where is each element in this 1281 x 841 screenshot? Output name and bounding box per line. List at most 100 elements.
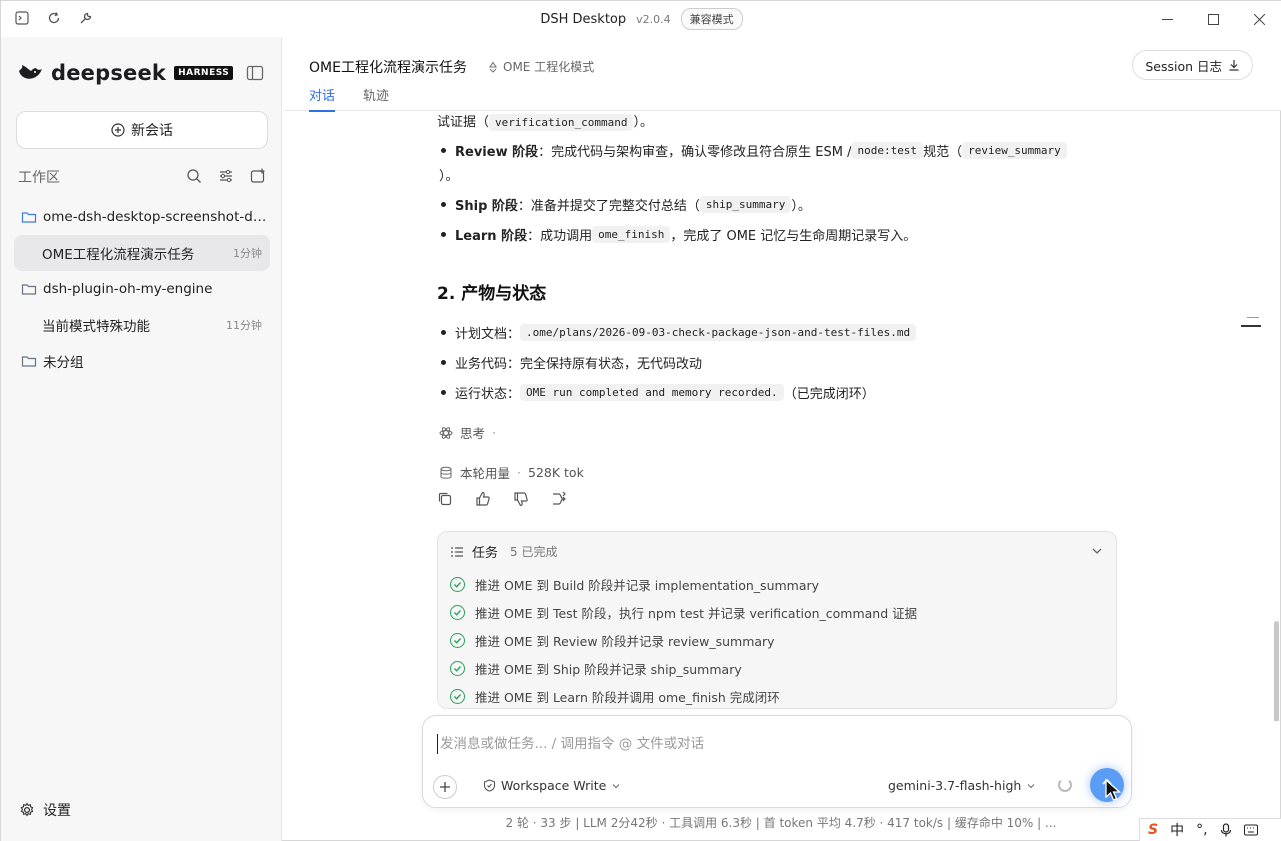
task-item: 推进 OME 到 Ship 阶段并记录 ship_summary xyxy=(450,654,917,682)
check-circle-icon xyxy=(450,688,465,704)
text: ：准备并提交了完整交付总结（ xyxy=(517,199,700,214)
model-label: gemini-3.7-flash-high xyxy=(888,778,1022,793)
keyboard-icon[interactable] xyxy=(1243,824,1258,836)
ime-toolbar: S 中 °, xyxy=(1139,818,1281,841)
microphone-icon[interactable] xyxy=(1220,823,1232,837)
text: 运行状态： xyxy=(455,387,521,402)
check-circle-icon xyxy=(450,660,465,676)
settings-button[interactable]: 设置 xyxy=(19,800,71,820)
folder-ungrouped[interactable]: 未分组 xyxy=(14,343,270,379)
atom-icon xyxy=(439,426,453,439)
close-button[interactable] xyxy=(1236,1,1281,37)
window-controls xyxy=(1144,1,1281,37)
session-log-button[interactable]: Session 日志 xyxy=(1132,50,1253,80)
sogou-logo-icon[interactable]: S xyxy=(1148,822,1158,838)
permission-selector[interactable]: Workspace Write xyxy=(483,778,621,793)
brand-name: deepseek xyxy=(51,61,167,85)
maximize-button[interactable] xyxy=(1190,1,1236,37)
folder-icon xyxy=(21,356,37,367)
task-label: 推进 OME 到 Test 阶段，执行 npm test 并记录 verific… xyxy=(475,605,918,621)
download-icon xyxy=(1229,60,1239,71)
folder-icon xyxy=(21,284,37,295)
new-chat-label: 新会话 xyxy=(131,123,173,139)
bullet xyxy=(441,360,446,365)
bullet xyxy=(441,202,446,207)
text: ：完成代码与架构审查，确认零修改且符合原生 ESM / xyxy=(538,145,852,160)
list-item: Review 阶段 ：完成代码与架构审查，确认零修改且符合原生 ESM / nod… xyxy=(441,141,1067,160)
page-title: OME工程化流程演示任务 xyxy=(309,60,467,76)
gear-icon xyxy=(20,802,34,817)
scrollbar[interactable] xyxy=(1274,621,1279,721)
app-title: DSH Desktop xyxy=(540,11,627,27)
chevron-down-icon[interactable] xyxy=(1090,544,1104,558)
folder-label: 未分组 xyxy=(43,355,84,371)
task-label: 推进 OME 到 Build 阶段并记录 implementation_summ… xyxy=(475,577,820,593)
task-panel-title: 任务 xyxy=(472,546,499,561)
task-label: 推进 OME 到 Learn 阶段并调用 ome_finish 完成闭环 xyxy=(475,689,780,705)
sidebar-toggle-icon[interactable] xyxy=(246,64,264,82)
search-icon[interactable] xyxy=(186,168,204,186)
bold-text: Review 阶段 xyxy=(455,145,539,160)
usage-label: 本轮用量 xyxy=(460,466,511,481)
text: ）。 xyxy=(791,199,811,214)
bullet xyxy=(441,232,446,237)
ime-punctuation[interactable]: °, xyxy=(1196,822,1207,838)
task-item: 推进 OME 到 Test 阶段，执行 npm test 并记录 verific… xyxy=(450,598,917,626)
thumbs-up-icon[interactable] xyxy=(475,491,493,509)
session-mode-features[interactable]: 当前模式特殊功能 11分钟 xyxy=(14,307,270,343)
paragraph-continued: 试证据（ verification_command）。 xyxy=(437,111,653,131)
usage-separator: · xyxy=(517,465,521,480)
sidebar: deepseek HARNESS 新会话 工作区 ome-dsh-desktop… xyxy=(1,37,282,841)
refresh-icon[interactable] xyxy=(45,9,63,27)
task-panel: 任务 5 已完成 推进 OME 到 Build 阶段并记录 implementa… xyxy=(437,531,1117,709)
thinking-toggle[interactable]: 思考 · xyxy=(439,423,496,442)
checklist-icon xyxy=(451,546,463,557)
minimap-marker[interactable] xyxy=(1241,325,1261,327)
inline-code: .ome/plans/2026-09-03-check-package-json… xyxy=(520,324,917,341)
thumbs-down-icon[interactable] xyxy=(513,491,531,509)
folder-icon xyxy=(21,212,37,223)
check-circle-icon xyxy=(450,576,465,592)
app-version: v2.0.4 xyxy=(636,12,671,26)
folder-dsh-plugin[interactable]: dsh-plugin-oh-my-engine xyxy=(14,271,270,307)
branch-icon[interactable] xyxy=(551,491,569,509)
wrench-icon[interactable] xyxy=(77,9,95,27)
tab-conversation[interactable]: 对话 xyxy=(309,85,336,112)
attach-button[interactable] xyxy=(433,775,457,799)
session-ome-demo[interactable]: OME工程化流程演示任务 1分钟 xyxy=(14,235,270,271)
app-window: DSH Desktop v2.0.4 兼容模式 deepseek HARNESS xyxy=(0,0,1281,841)
task-panel-header[interactable]: 任务 5 已完成 xyxy=(450,542,557,561)
tab-bar: 对话 轨迹 xyxy=(309,85,389,112)
text: （已完成闭环） xyxy=(783,387,875,402)
message-actions xyxy=(437,491,569,509)
mode-indicator: OME 工程化模式 xyxy=(487,58,594,75)
section-heading: 2. 产物与状态 xyxy=(437,284,547,304)
ime-language[interactable]: 中 xyxy=(1170,820,1184,840)
brand-tag: HARNESS xyxy=(174,66,234,80)
filter-icon[interactable] xyxy=(218,168,236,186)
bullet xyxy=(441,390,446,395)
workspace-header: 工作区 xyxy=(18,167,268,187)
list-item: 计划文档： .ome/plans/2026-09-03-check-package… xyxy=(441,323,917,342)
minimize-button[interactable] xyxy=(1144,1,1190,37)
session-log-label: Session 日志 xyxy=(1145,58,1222,74)
text: 试证据（ xyxy=(437,115,490,130)
terminal-icon[interactable] xyxy=(13,9,31,27)
database-icon xyxy=(440,466,452,479)
new-folder-icon[interactable] xyxy=(250,168,268,186)
message-input[interactable] xyxy=(437,734,1037,754)
tab-trace[interactable]: 轨迹 xyxy=(363,85,389,112)
workspace-tools xyxy=(186,168,268,186)
task-item: 推进 OME 到 Learn 阶段并调用 ome_finish 完成闭环 xyxy=(450,682,917,710)
chevron-down-icon xyxy=(1027,783,1035,788)
new-chat-button[interactable]: 新会话 xyxy=(16,111,268,149)
model-selector[interactable]: gemini-3.7-flash-high xyxy=(888,778,1036,793)
text: 规范（ xyxy=(923,145,963,160)
bold-text: Learn 阶段 xyxy=(455,229,528,244)
text: ）。 xyxy=(633,115,653,130)
title-bar-tools xyxy=(13,9,95,27)
shield-icon xyxy=(483,779,496,792)
folder-ome-dsh-desktop[interactable]: ome-dsh-desktop-screenshot-de... xyxy=(14,199,270,235)
copy-icon[interactable] xyxy=(437,491,455,509)
list-item-continued: ）。 xyxy=(439,169,459,184)
